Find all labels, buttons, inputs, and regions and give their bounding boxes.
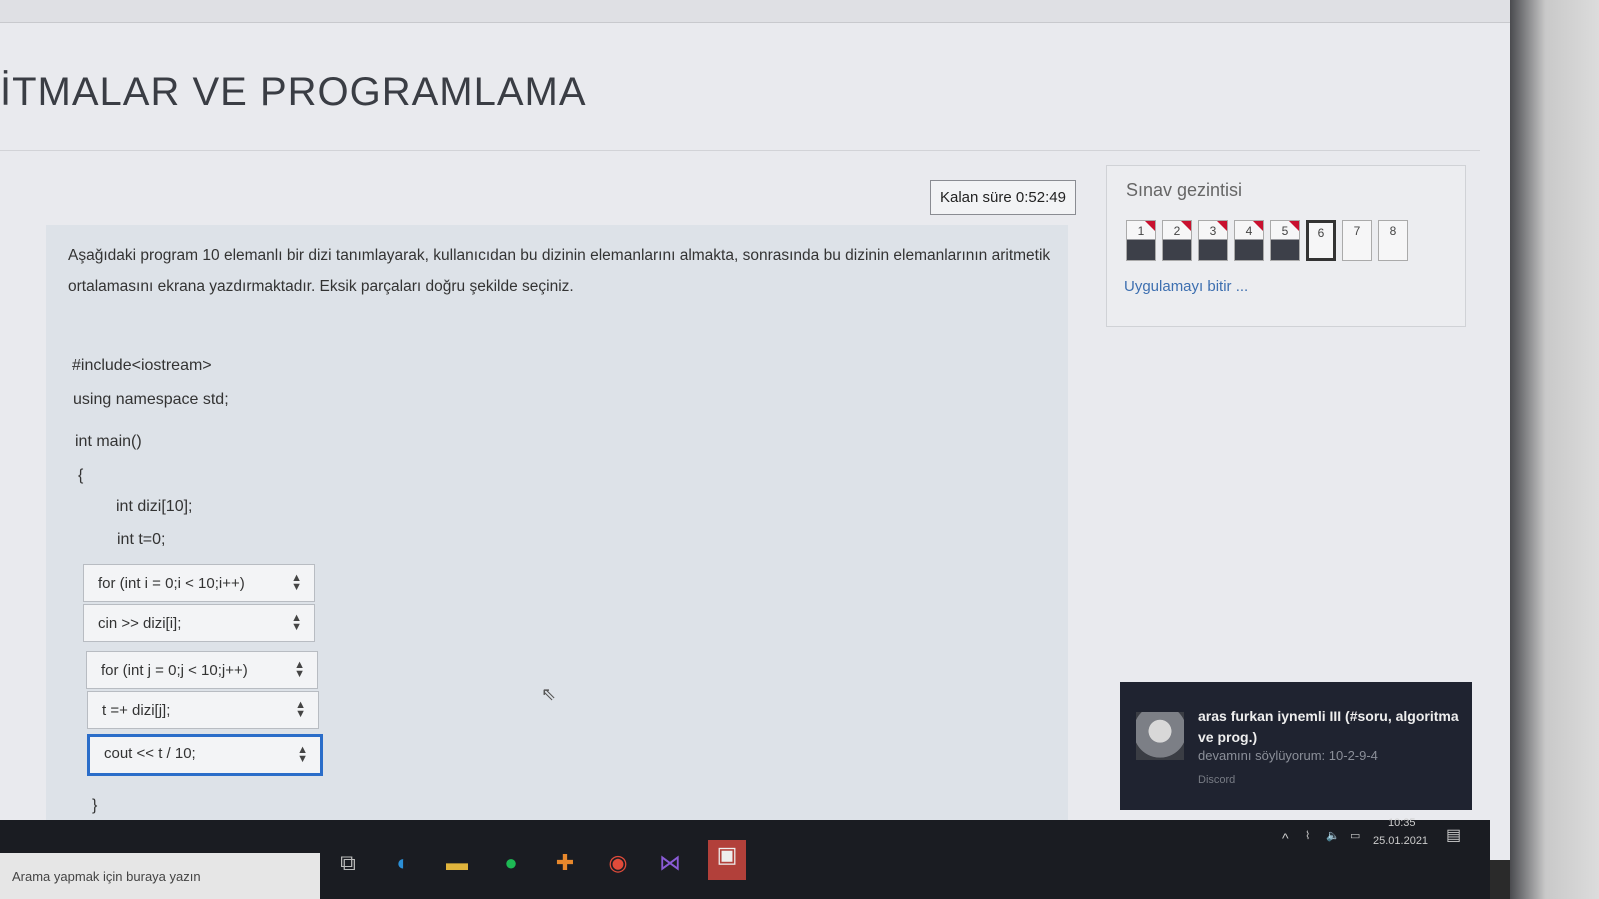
tray-chevron-icon[interactable]: ^ — [1282, 830, 1289, 846]
page-title: İTMALAR VE PROGRAMLAMA — [0, 70, 587, 114]
select-arrows-icon: ▲ ▼ — [294, 659, 305, 680]
notification-message: devamını söylüyorum: 10-2-9-4 — [1198, 748, 1378, 763]
visual-studio-icon[interactable]: ⋈ — [655, 848, 685, 878]
nav-question-6[interactable]: 6 — [1306, 220, 1336, 261]
browser-screen: İTMALAR VE PROGRAMLAMA Kalan süre 0:52:4… — [0, 0, 1510, 860]
flag-icon — [1217, 221, 1227, 231]
nav-question-7[interactable]: 7 — [1342, 220, 1372, 261]
answer-select-1[interactable]: for (int i = 0;i < 10;i++) ▲ ▼ — [83, 564, 315, 602]
code-line-decl-t: int t=0; — [117, 531, 166, 548]
answer-select-2-value: cin >> dizi[i]; — [98, 615, 182, 632]
answer-select-5-value: cout << t / 10; — [104, 745, 196, 762]
nav-question-4[interactable]: 4 — [1234, 220, 1264, 261]
code-line-open-brace: { — [78, 467, 84, 484]
answer-select-4[interactable]: t =+ dizi[j]; ▲ ▼ — [87, 691, 319, 729]
edge-icon[interactable]: ◐ — [388, 848, 418, 878]
quiz-navigation-title: Sınav gezintisi — [1126, 180, 1243, 200]
answer-select-1-value: for (int i = 0;i < 10;i++) — [98, 575, 245, 592]
nav-question-8[interactable]: 8 — [1378, 220, 1408, 261]
remaining-time-badge: Kalan süre 0:52:49 — [930, 180, 1076, 215]
flag-icon — [1145, 221, 1155, 231]
active-app-icon[interactable]: ▣ — [708, 840, 746, 880]
nav-question-5[interactable]: 5 — [1270, 220, 1300, 261]
answer-select-2[interactable]: cin >> dizi[i]; ▲ ▼ — [83, 604, 315, 642]
code-line-main: int main() — [75, 433, 142, 450]
battery-icon[interactable]: ▭ — [1350, 829, 1360, 842]
network-icon[interactable]: ⌇ — [1305, 829, 1310, 842]
answer-select-3-value: for (int j = 0;j < 10;j++) — [101, 662, 248, 679]
flag-icon — [1181, 221, 1191, 231]
code-line-close-brace: } — [92, 797, 98, 814]
clock-date[interactable]: 25.01.2021 — [1373, 835, 1428, 847]
notification-center-icon[interactable]: ▤ — [1446, 825, 1461, 845]
answer-select-5[interactable]: cout << t / 10; ▲ ▼ — [87, 734, 323, 776]
select-arrows-icon: ▲ ▼ — [295, 699, 306, 720]
answer-select-4-value: t =+ dizi[j]; — [102, 702, 171, 719]
answer-select-3[interactable]: for (int j = 0;j < 10;j++) ▲ ▼ — [86, 651, 318, 689]
select-arrows-icon: ▲ ▼ — [291, 572, 302, 593]
code-line-include: #include<iostream> — [72, 357, 212, 374]
avatar — [1136, 712, 1184, 760]
select-arrows-icon: ▲ ▼ — [291, 612, 302, 633]
mouse-cursor-icon: ⇖ — [541, 684, 557, 704]
chrome-icon[interactable]: ◉ — [603, 848, 633, 878]
flag-icon — [1253, 221, 1263, 231]
file-explorer-icon[interactable]: ▬ — [442, 848, 472, 878]
notification-app: Discord — [1198, 774, 1236, 786]
nav-question-1[interactable]: 1 — [1126, 220, 1156, 261]
clock-time[interactable]: 10:35 — [1388, 817, 1416, 829]
notification-title: aras furkan iynemli III (#soru, algoritm… — [1198, 708, 1459, 745]
search-placeholder: Arama yapmak için buraya yazın — [12, 869, 201, 884]
browser-top-strip — [0, 0, 1510, 23]
monitor-bezel — [1510, 0, 1599, 899]
nav-question-2[interactable]: 2 — [1162, 220, 1192, 261]
code-line-decl-array: int dizi[10]; — [116, 498, 193, 515]
question-text: Aşağıdaki program 10 elemanlı bir dizi t… — [68, 247, 1051, 295]
nav-question-3[interactable]: 3 — [1198, 220, 1228, 261]
flag-icon — [1289, 221, 1299, 231]
code-line-using: using namespace std; — [73, 391, 229, 408]
app-icon[interactable]: ✚ — [550, 848, 580, 878]
discord-notification[interactable]: aras furkan iynemli III (#soru, algoritm… — [1120, 682, 1472, 810]
finish-attempt-link[interactable]: Uygulamayı bitir ... — [1124, 278, 1248, 295]
spotify-icon[interactable]: ● — [496, 848, 526, 878]
volume-icon[interactable]: 🔈 — [1326, 829, 1340, 842]
task-view-icon[interactable]: ⧉ — [333, 848, 363, 878]
divider — [0, 150, 1480, 151]
select-arrows-icon: ▲ ▼ — [297, 744, 308, 765]
taskbar-search-input[interactable]: Arama yapmak için buraya yazın — [0, 853, 320, 899]
